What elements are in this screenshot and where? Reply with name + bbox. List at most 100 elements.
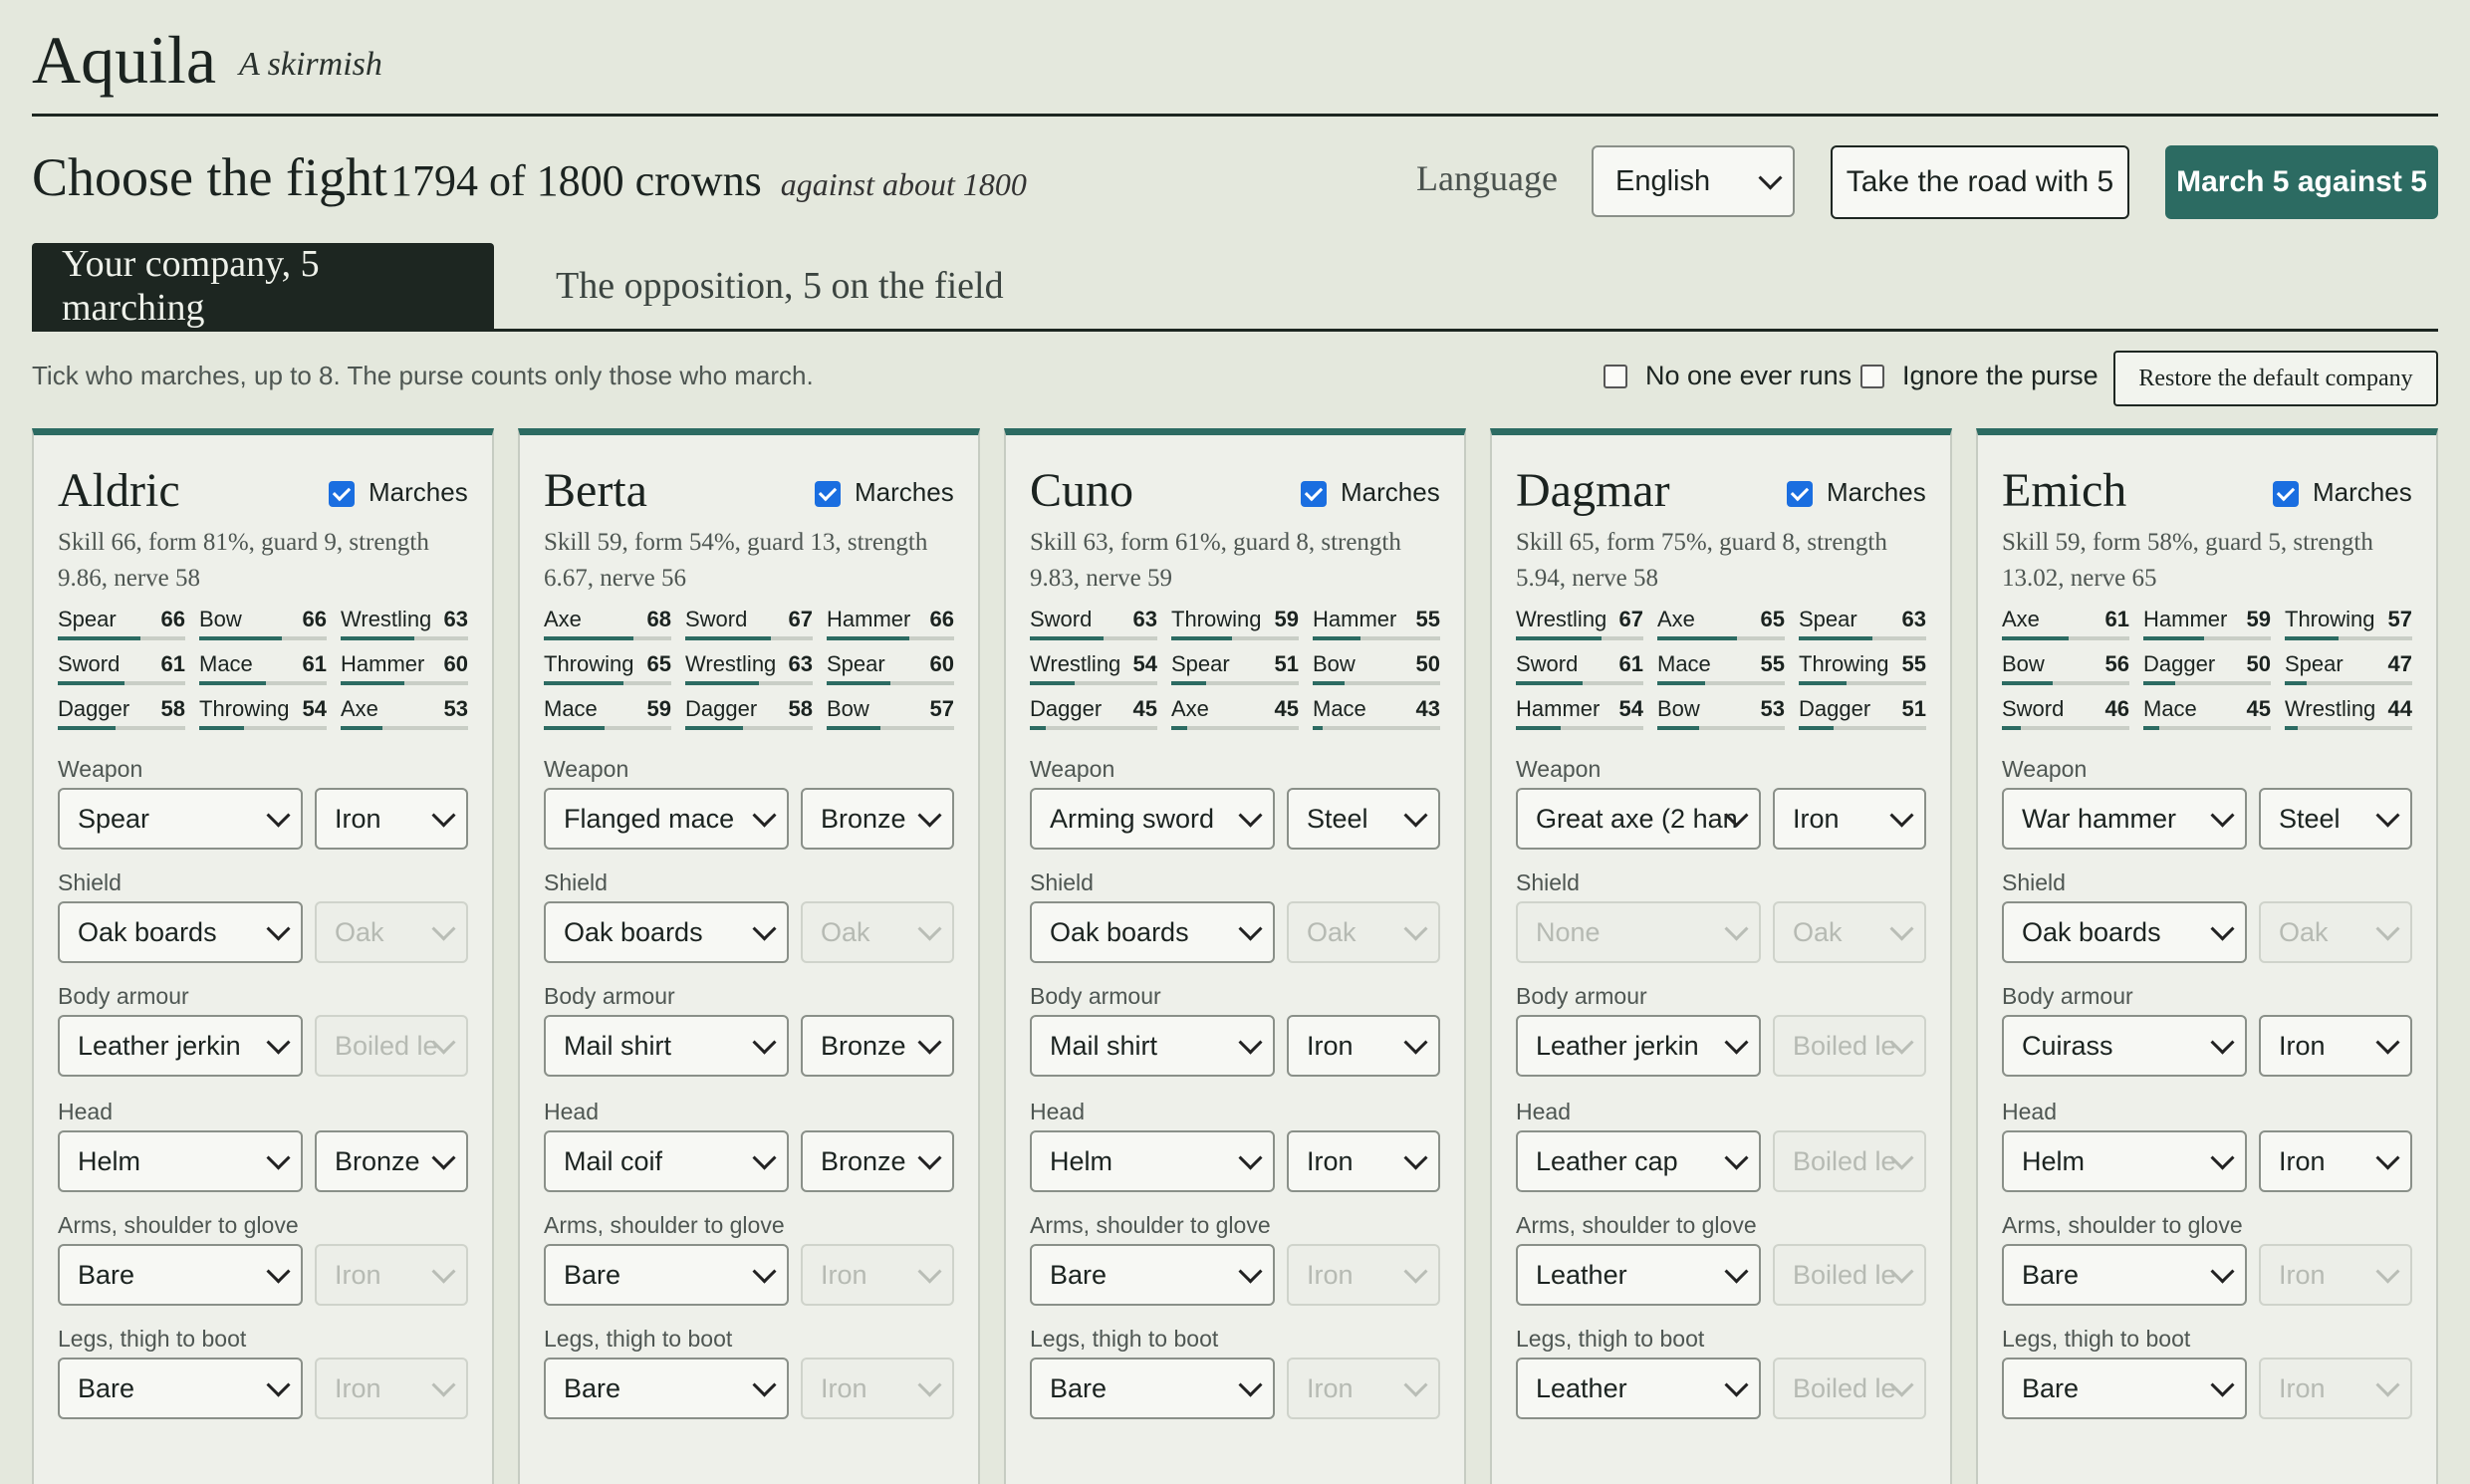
body-select[interactable]: Mail shirt	[1030, 1015, 1275, 1077]
shield-label: Shield	[58, 869, 122, 895]
head-select[interactable]: Helm	[2002, 1130, 2247, 1192]
skill-bar-fill	[1313, 681, 1345, 685]
arms-label: Arms, shoulder to glove	[544, 1212, 785, 1238]
marches-checkbox[interactable]	[815, 481, 841, 507]
weapon-material-select[interactable]: Bronze	[801, 788, 954, 850]
weapon-select[interactable]: Spear	[58, 788, 303, 850]
fight-header: Choose the fight 1794 of 1800 crowns aga…	[32, 139, 2438, 219]
body-select[interactable]: Mail shirt	[544, 1015, 789, 1077]
marches-checkbox[interactable]	[1301, 481, 1327, 507]
weapon-select[interactable]: Arming sword	[1030, 788, 1275, 850]
weapon-select[interactable]: War hammer	[2002, 788, 2247, 850]
no-one-runs-label[interactable]: No one ever runs	[1645, 361, 1852, 391]
skill-bar	[2285, 726, 2412, 730]
body-select[interactable]: Cuirass	[2002, 1015, 2247, 1077]
head-material-select[interactable]: Bronze	[801, 1130, 954, 1192]
shield-select[interactable]: Oak boards	[544, 901, 789, 963]
no-one-runs-checkbox[interactable]	[1604, 365, 1627, 388]
shield-select[interactable]: Oak boards	[1030, 901, 1275, 963]
marches-label[interactable]: Marches	[1341, 477, 1440, 508]
chevron-down-icon	[266, 1030, 291, 1055]
legs-select[interactable]: Bare	[544, 1358, 789, 1419]
arms-select[interactable]: Bare	[2002, 1244, 2247, 1306]
skill-name: Axe	[544, 607, 582, 631]
chevron-down-icon	[1724, 1145, 1749, 1170]
weapon-select[interactable]: Great axe (2 han	[1516, 788, 1761, 850]
head-select[interactable]: Mail coif	[544, 1130, 789, 1192]
skill-bar-fill	[1799, 636, 1872, 640]
skill-meter: Sword 67	[685, 603, 813, 642]
chevron-down-icon	[1403, 1259, 1428, 1284]
marches-checkbox[interactable]	[1787, 481, 1813, 507]
weapon-material-select[interactable]: Steel	[2259, 788, 2412, 850]
chevron-down-icon	[1403, 803, 1428, 828]
skill-value: 60	[929, 651, 954, 676]
skill-bar	[2002, 636, 2129, 640]
skill-meter: Sword 61	[58, 647, 185, 687]
purse-summary: 1794 of 1800 crowns against about 1800	[390, 153, 1027, 212]
body-label: Body armour	[1516, 983, 1647, 1009]
marches-label[interactable]: Marches	[1827, 477, 1926, 508]
legs-select[interactable]: Bare	[2002, 1358, 2247, 1419]
chevron-down-icon	[2375, 1372, 2400, 1397]
arms-select[interactable]: Bare	[544, 1244, 789, 1306]
ignore-purse-checkbox[interactable]	[1860, 365, 1884, 388]
legs-material-select: Iron	[315, 1358, 468, 1419]
tab-opposition[interactable]: The opposition, 5 on the field	[526, 243, 1034, 329]
chevron-down-icon	[917, 916, 942, 941]
weapon-select[interactable]: Flanged mace	[544, 788, 789, 850]
shield-select[interactable]: Oak boards	[2002, 901, 2247, 963]
head-select[interactable]: Helm	[1030, 1130, 1275, 1192]
head-label: Head	[1516, 1099, 1571, 1124]
skill-bar-fill	[2002, 681, 2054, 685]
body-select[interactable]: Leather jerkin	[58, 1015, 303, 1077]
body-select[interactable]: Leather jerkin	[1516, 1015, 1761, 1077]
skill-meter: Axe 45	[1171, 692, 1299, 732]
shield-select[interactable]: Oak boards	[58, 901, 303, 963]
head-material-select[interactable]: Iron	[2259, 1130, 2412, 1192]
restore-default-button[interactable]: Restore the default company	[2113, 351, 2438, 406]
skill-value: 56	[2104, 651, 2129, 676]
legs-select[interactable]: Bare	[58, 1358, 303, 1419]
legs-select[interactable]: Leather	[1516, 1358, 1761, 1419]
arms-select[interactable]: Bare	[1030, 1244, 1275, 1306]
tab-your-company[interactable]: Your company, 5 marching	[32, 243, 494, 329]
weapon-material-select[interactable]: Steel	[1287, 788, 1440, 850]
marches-checkbox[interactable]	[329, 481, 355, 507]
skill-bar	[58, 636, 185, 640]
head-select[interactable]: Leather cap	[1516, 1130, 1761, 1192]
skill-meter: Dagger 51	[1799, 692, 1926, 732]
arms-select[interactable]: Bare	[58, 1244, 303, 1306]
skill-meter: Bow 53	[1657, 692, 1785, 732]
skill-bar-fill	[827, 726, 881, 730]
skill-bar	[2143, 636, 2271, 640]
language-select[interactable]: English	[1592, 145, 1795, 217]
take-road-button[interactable]: Take the road with 5	[1831, 145, 2129, 219]
skill-bar	[341, 726, 468, 730]
arms-select[interactable]: Leather	[1516, 1244, 1761, 1306]
shield-label: Shield	[2002, 869, 2066, 895]
head-material-select[interactable]: Iron	[1287, 1130, 1440, 1192]
chevron-down-icon	[1238, 916, 1263, 941]
skill-bar	[199, 681, 327, 685]
march-button[interactable]: March 5 against 5	[2165, 145, 2438, 219]
legs-select[interactable]: Bare	[1030, 1358, 1275, 1419]
head-select[interactable]: Helm	[58, 1130, 303, 1192]
marches-checkbox[interactable]	[2273, 481, 2299, 507]
head-material-select[interactable]: Bronze	[315, 1130, 468, 1192]
body-material-select[interactable]: Iron	[1287, 1015, 1440, 1077]
skill-bar	[1799, 681, 1926, 685]
weapon-material-select[interactable]: Iron	[1773, 788, 1926, 850]
marches-label[interactable]: Marches	[2313, 477, 2412, 508]
skill-bar	[1030, 636, 1157, 640]
marches-label[interactable]: Marches	[855, 477, 954, 508]
ignore-purse-label[interactable]: Ignore the purse	[1902, 361, 2099, 391]
body-material-select[interactable]: Bronze	[801, 1015, 954, 1077]
weapon-material-select[interactable]: Iron	[315, 788, 468, 850]
skill-bar	[1516, 636, 1643, 640]
marches-label[interactable]: Marches	[369, 477, 468, 508]
skill-meter: Wrestling 63	[341, 603, 468, 642]
body-material-select[interactable]: Iron	[2259, 1015, 2412, 1077]
hint-text: Tick who marches, up to 8. The purse cou…	[32, 361, 814, 390]
skill-value: 44	[2387, 696, 2412, 721]
